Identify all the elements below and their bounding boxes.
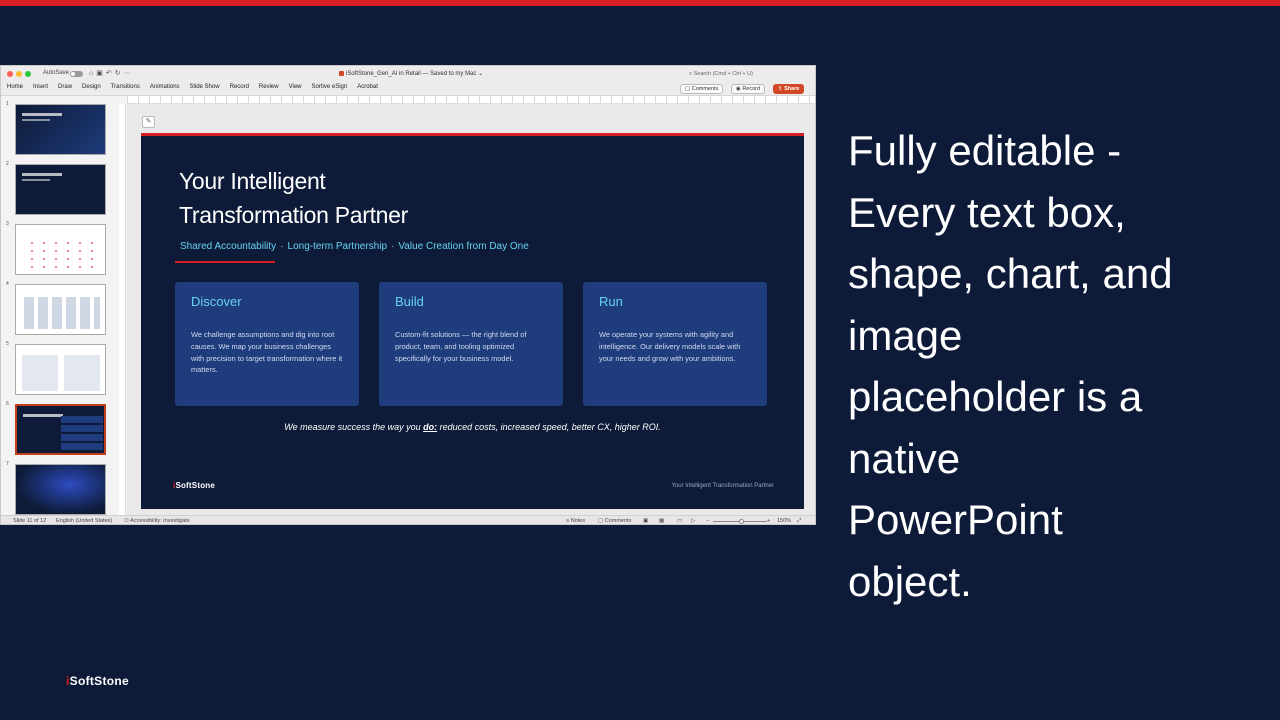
close-window-button[interactable]: [7, 71, 13, 77]
comments-status-button[interactable]: ▢ Comments: [598, 518, 631, 524]
normal-view-icon[interactable]: ▣: [643, 518, 648, 524]
comment-icon: ▢: [598, 518, 605, 524]
slide-thumbnail-number: 1: [6, 101, 9, 107]
comment-icon: ▢: [685, 86, 692, 92]
slide-thumbnail[interactable]: [15, 404, 106, 455]
card-title: Build: [395, 294, 424, 309]
slide-thumbnail-row[interactable]: 6: [1, 400, 119, 455]
card-build[interactable]: Build Custom-fit solutions — the right b…: [379, 282, 563, 406]
slide-thumbnails-pane[interactable]: 1 2 3 4 5 6 7: [1, 96, 119, 516]
pillar-separator: ·: [391, 241, 395, 252]
ribbon-tab-insert[interactable]: Insert: [33, 84, 48, 90]
slide-title[interactable]: Your Intelligent Transformation Partner: [179, 164, 408, 232]
card-title: Discover: [191, 294, 242, 309]
marketing-headline: Fully editable - Every text box, shape, …: [848, 127, 1173, 605]
slide-thumbnail[interactable]: [15, 224, 106, 275]
pillar-value-creation: Value Creation from Day One: [398, 241, 529, 252]
brand-logo: iSoftStone: [66, 674, 130, 688]
card-body: We challenge assumptions and dig into ro…: [191, 330, 343, 375]
vertical-ruler: [119, 104, 126, 516]
slide-sorter-icon[interactable]: ▦: [659, 518, 664, 524]
maximize-window-button[interactable]: [25, 71, 31, 77]
notes-button[interactable]: ≡ Notes: [566, 518, 585, 524]
pillar-long-term-partnership: Long-term Partnership: [287, 241, 388, 252]
ribbon-tab-draw[interactable]: Draw: [58, 84, 72, 90]
zoom-level[interactable]: 150%: [777, 518, 791, 524]
slide-thumbnail[interactable]: [15, 344, 106, 395]
ribbon-tab-review[interactable]: Review: [259, 84, 279, 90]
accessibility-status[interactable]: ⚇ Accessibility: Investigate: [124, 518, 190, 524]
title-bar: AutoSave ⌂▣↶↻⋯ iSoftStone_Gen_AI in Reta…: [1, 66, 815, 82]
slide-thumbnail-number: 6: [6, 401, 9, 407]
card-body: We operate your systems with agility and…: [599, 330, 741, 363]
slide-thumbnail[interactable]: [15, 284, 106, 335]
ribbon-tab-animations[interactable]: Animations: [150, 84, 180, 90]
slide-thumbnail-row[interactable]: 4: [1, 280, 119, 335]
ribbon-tab-sortive-esign[interactable]: Sortive eSign: [312, 84, 348, 90]
card-run[interactable]: Run We operate your systems with agility…: [583, 282, 767, 406]
slide-editing-canvas[interactable]: ✎ Your Intelligent Transformation Partne…: [127, 104, 815, 516]
more-icon[interactable]: ⋯: [124, 70, 134, 77]
slide-thumbnail-row[interactable]: 3: [1, 220, 119, 275]
slide-thumbnail-row[interactable]: 1: [1, 100, 119, 155]
card-discover[interactable]: Discover We challenge assumptions and di…: [175, 282, 359, 406]
slide-count: Slide 11 of 12: [13, 518, 47, 524]
autosave-toggle[interactable]: [70, 71, 83, 77]
slide-thumbnail-number: 3: [6, 221, 9, 227]
minimize-window-button[interactable]: [16, 71, 22, 77]
quick-access-toolbar[interactable]: ⌂▣↶↻⋯: [89, 69, 134, 77]
zoom-out-icon[interactable]: −: [706, 518, 709, 524]
slide-thumbnail[interactable]: [15, 104, 106, 155]
zoom-slider-handle[interactable]: [739, 519, 744, 524]
slide-logo: iSoftStone: [173, 481, 216, 490]
slide-thumbnail-row[interactable]: 7: [1, 460, 119, 515]
ribbon-tab-design[interactable]: Design: [82, 84, 101, 90]
reading-view-icon[interactable]: ▭: [677, 518, 682, 524]
horizontal-ruler: [127, 96, 815, 104]
ribbon-tab-slide-show[interactable]: Slide Show: [190, 84, 220, 90]
ribbon-tab-home[interactable]: Home: [7, 84, 23, 90]
ribbon-tab-view[interactable]: View: [289, 84, 302, 90]
pillar-shared-accountability: Shared Accountability: [180, 241, 277, 252]
slide-thumbnail-number: 2: [6, 161, 9, 167]
ribbon-tab-record[interactable]: Record: [230, 84, 249, 90]
ribbon-tab-acrobat[interactable]: Acrobat: [357, 84, 378, 90]
zoom-in-icon[interactable]: +: [767, 518, 770, 524]
ribbon-tabs-bar: Home Insert Draw Design Transitions Animation…: [1, 82, 815, 96]
slide-thumbnail-row[interactable]: 5: [1, 340, 119, 395]
slide-pillars[interactable]: Shared Accountability · Long-term Partners…: [180, 241, 529, 252]
slide-tagline[interactable]: We measure success the way you do: reduc…: [141, 422, 804, 432]
document-title[interactable]: iSoftStone_Gen_AI in Retail — Saved to m…: [339, 70, 483, 77]
ribbon-tab-transitions[interactable]: Transitions: [111, 84, 140, 90]
slide-thumbnail-row[interactable]: 2: [1, 160, 119, 215]
save-icon[interactable]: ▣: [96, 70, 106, 77]
slide-thumbnail-number: 7: [6, 461, 9, 467]
redo-icon[interactable]: ↻: [115, 70, 124, 77]
card-body: Custom-fit solutions — the right blend o…: [395, 330, 527, 363]
card-title: Run: [599, 294, 623, 309]
ribbon-tabs: Home Insert Draw Design Transitions Animation…: [7, 84, 388, 90]
share-button[interactable]: ⇪ Share: [773, 84, 805, 94]
slide-thumbnail-number: 5: [6, 341, 9, 347]
current-slide[interactable]: Your Intelligent Transformation Partner …: [141, 133, 804, 509]
comments-button[interactable]: ▢ Comments: [680, 84, 724, 94]
slide-thumbnail[interactable]: [15, 464, 106, 515]
slide-thumbnail-number: 4: [6, 281, 9, 287]
autosave-label: AutoSave: [43, 70, 70, 76]
record-button[interactable]: ◉ Record: [731, 84, 766, 94]
slide-footer: Your Intelligent Transformation Partner: [671, 483, 774, 489]
search-input[interactable]: ⌕ Search (Cmd + Ctrl + U): [685, 69, 809, 79]
design-ideas-icon[interactable]: ✎: [142, 116, 155, 128]
powerpoint-file-icon: [339, 71, 344, 76]
slide-accent-underline[interactable]: [175, 261, 275, 263]
slide-thumbnail[interactable]: [15, 164, 106, 215]
slideshow-icon[interactable]: ▷: [691, 518, 695, 524]
language-indicator[interactable]: English (United States): [56, 518, 112, 524]
powerpoint-window: AutoSave ⌂▣↶↻⋯ iSoftStone_Gen_AI in Reta…: [0, 65, 816, 525]
undo-icon[interactable]: ↶: [106, 70, 115, 77]
fit-to-window-icon[interactable]: ⤢: [797, 518, 801, 524]
pillar-separator: ·: [280, 241, 284, 252]
top-accent-bar: [0, 0, 1280, 6]
status-bar: Slide 11 of 12 English (United States) ⚇…: [1, 515, 815, 524]
